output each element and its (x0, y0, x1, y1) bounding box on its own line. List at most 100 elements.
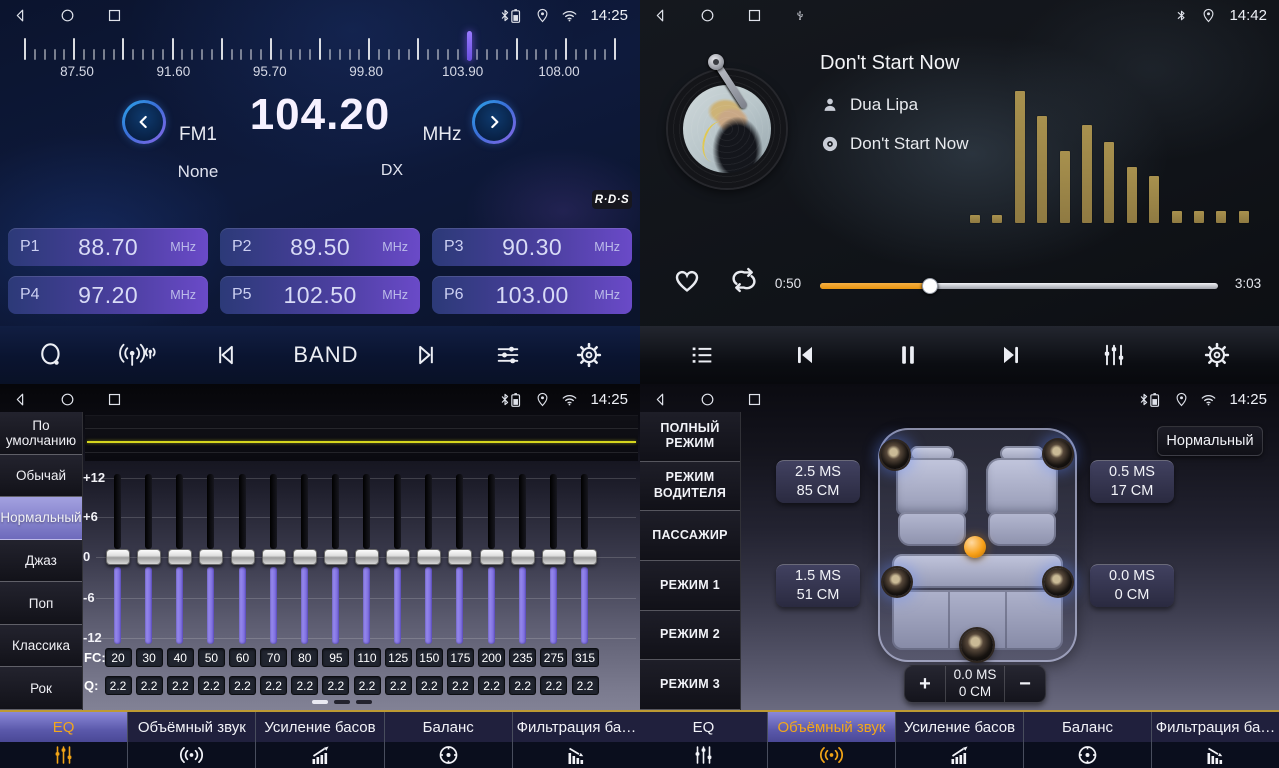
q-value[interactable]: 2.2 (167, 676, 194, 695)
previous-station-button[interactable] (212, 341, 240, 369)
increase-delay-button[interactable]: + (905, 666, 945, 702)
slider-thumb[interactable] (293, 549, 317, 565)
preset-button-p6[interactable]: P6103.00MHz (432, 276, 632, 314)
q-value[interactable]: 2.2 (478, 676, 505, 695)
seek-stations-button[interactable] (118, 341, 158, 369)
decrease-delay-button[interactable]: − (1005, 666, 1045, 702)
playlist-button[interactable] (688, 341, 716, 369)
settings-button[interactable] (575, 341, 603, 369)
q-value[interactable]: 2.2 (322, 676, 349, 695)
slider-thumb[interactable] (448, 549, 472, 565)
tab-balance[interactable]: Баланс (1024, 712, 1152, 768)
slider-thumb[interactable] (417, 549, 441, 565)
band-page-dot[interactable] (356, 700, 372, 704)
eq-band-slider-60hz[interactable] (228, 472, 258, 645)
fc-value[interactable]: 275 (540, 648, 567, 667)
eq-band-slider-200hz[interactable] (477, 472, 507, 645)
rear-left-delay[interactable]: 1.5 MS 51 CM (776, 564, 860, 607)
q-value[interactable]: 2.2 (260, 676, 287, 695)
preset-button-p3[interactable]: P390.30MHz (432, 228, 632, 266)
pause-button[interactable] (894, 341, 922, 369)
slider-thumb[interactable] (511, 549, 535, 565)
eq-preset-item[interactable]: Рок (0, 667, 82, 710)
soundfield-mode-item[interactable]: РЕЖИМ 2 (640, 611, 740, 661)
eq-band-slider-125hz[interactable] (383, 472, 413, 645)
next-track-button[interactable] (997, 341, 1025, 369)
back-icon[interactable] (652, 7, 669, 24)
tab-filter[interactable]: Фильтрация ба… (1152, 712, 1279, 768)
band-page-dot[interactable] (312, 700, 328, 704)
tab-balance[interactable]: Баланс (385, 712, 513, 768)
tab-eq[interactable]: EQ (0, 712, 128, 768)
slider-thumb[interactable] (262, 549, 286, 565)
eq-preset-item[interactable]: Обычай (0, 455, 82, 498)
home-icon[interactable] (699, 7, 716, 24)
home-icon[interactable] (59, 7, 76, 24)
tune-down-button[interactable] (122, 100, 166, 144)
tab-surround[interactable]: Объёмный звук (128, 712, 256, 768)
soundfield-mode-item[interactable]: РЕЖИМ ВОДИТЕЛЯ (640, 462, 740, 512)
eq-band-slider-50hz[interactable] (196, 472, 226, 645)
eq-band-slider-150hz[interactable] (414, 472, 444, 645)
progress-thumb[interactable] (922, 278, 938, 294)
q-value[interactable]: 2.2 (291, 676, 318, 695)
repeat-button[interactable] (726, 264, 762, 296)
q-value[interactable]: 2.2 (136, 676, 163, 695)
preset-button-p5[interactable]: P5102.50MHz (220, 276, 420, 314)
eq-band-slider-30hz[interactable] (134, 472, 164, 645)
audio-settings-button[interactable] (494, 341, 522, 369)
tab-bass-boost[interactable]: Усиление басов (256, 712, 384, 768)
fc-value[interactable]: 95 (322, 648, 349, 667)
settings-button[interactable] (1203, 341, 1231, 369)
fc-value[interactable]: 40 (167, 648, 194, 667)
tune-up-button[interactable] (472, 100, 516, 144)
q-value[interactable]: 2.2 (229, 676, 256, 695)
slider-thumb[interactable] (542, 549, 566, 565)
tab-filter[interactable]: Фильтрация ба… (513, 712, 640, 768)
eq-band-slider-110hz[interactable] (352, 472, 382, 645)
preset-button-p1[interactable]: P188.70MHz (8, 228, 208, 266)
fc-value[interactable]: 200 (478, 648, 505, 667)
preset-button-p2[interactable]: P289.50MHz (220, 228, 420, 266)
q-value[interactable]: 2.2 (509, 676, 536, 695)
fc-value[interactable]: 70 (260, 648, 287, 667)
next-station-button[interactable] (412, 341, 440, 369)
back-icon[interactable] (12, 391, 29, 408)
fc-value[interactable]: 315 (572, 648, 599, 667)
slider-thumb[interactable] (573, 549, 597, 565)
band-button[interactable]: BAND (293, 342, 358, 368)
soundfield-mode-item[interactable]: ПОЛНЫЙ РЕЖИМ (640, 412, 740, 462)
fc-value[interactable]: 20 (105, 648, 132, 667)
slider-thumb[interactable] (137, 549, 161, 565)
tab-surround[interactable]: Объёмный звук (768, 712, 896, 768)
audio-settings-button[interactable] (1100, 341, 1128, 369)
recents-icon[interactable] (746, 7, 763, 24)
eq-band-slider-235hz[interactable] (508, 472, 538, 645)
soundfield-mode-item[interactable]: ПАССАЖИР (640, 511, 740, 561)
eq-preset-item[interactable]: По умолчанию (0, 412, 82, 455)
recents-icon[interactable] (106, 7, 123, 24)
progress-bar[interactable] (820, 283, 1218, 289)
q-value[interactable]: 2.2 (540, 676, 567, 695)
fc-value[interactable]: 80 (291, 648, 318, 667)
slider-thumb[interactable] (231, 549, 255, 565)
q-value[interactable]: 2.2 (447, 676, 474, 695)
eq-band-slider-315hz[interactable] (570, 472, 600, 645)
home-icon[interactable] (699, 391, 716, 408)
soundfield-mode-item[interactable]: РЕЖИМ 1 (640, 561, 740, 611)
q-value[interactable]: 2.2 (354, 676, 381, 695)
tab-bass-boost[interactable]: Усиление басов (896, 712, 1024, 768)
previous-track-button[interactable] (791, 341, 819, 369)
eq-preset-selected[interactable]: Нормальный (0, 497, 82, 540)
eq-band-slider-175hz[interactable] (445, 472, 475, 645)
slider-thumb[interactable] (106, 549, 130, 565)
rear-right-delay[interactable]: 0.0 MS 0 CM (1090, 564, 1174, 607)
fc-value[interactable]: 60 (229, 648, 256, 667)
eq-band-slider-70hz[interactable] (259, 472, 289, 645)
scan-button[interactable] (37, 341, 65, 369)
eq-band-slider-95hz[interactable] (321, 472, 351, 645)
tab-eq[interactable]: EQ (640, 712, 768, 768)
fc-value[interactable]: 150 (416, 648, 443, 667)
back-icon[interactable] (12, 7, 29, 24)
q-value[interactable]: 2.2 (572, 676, 599, 695)
